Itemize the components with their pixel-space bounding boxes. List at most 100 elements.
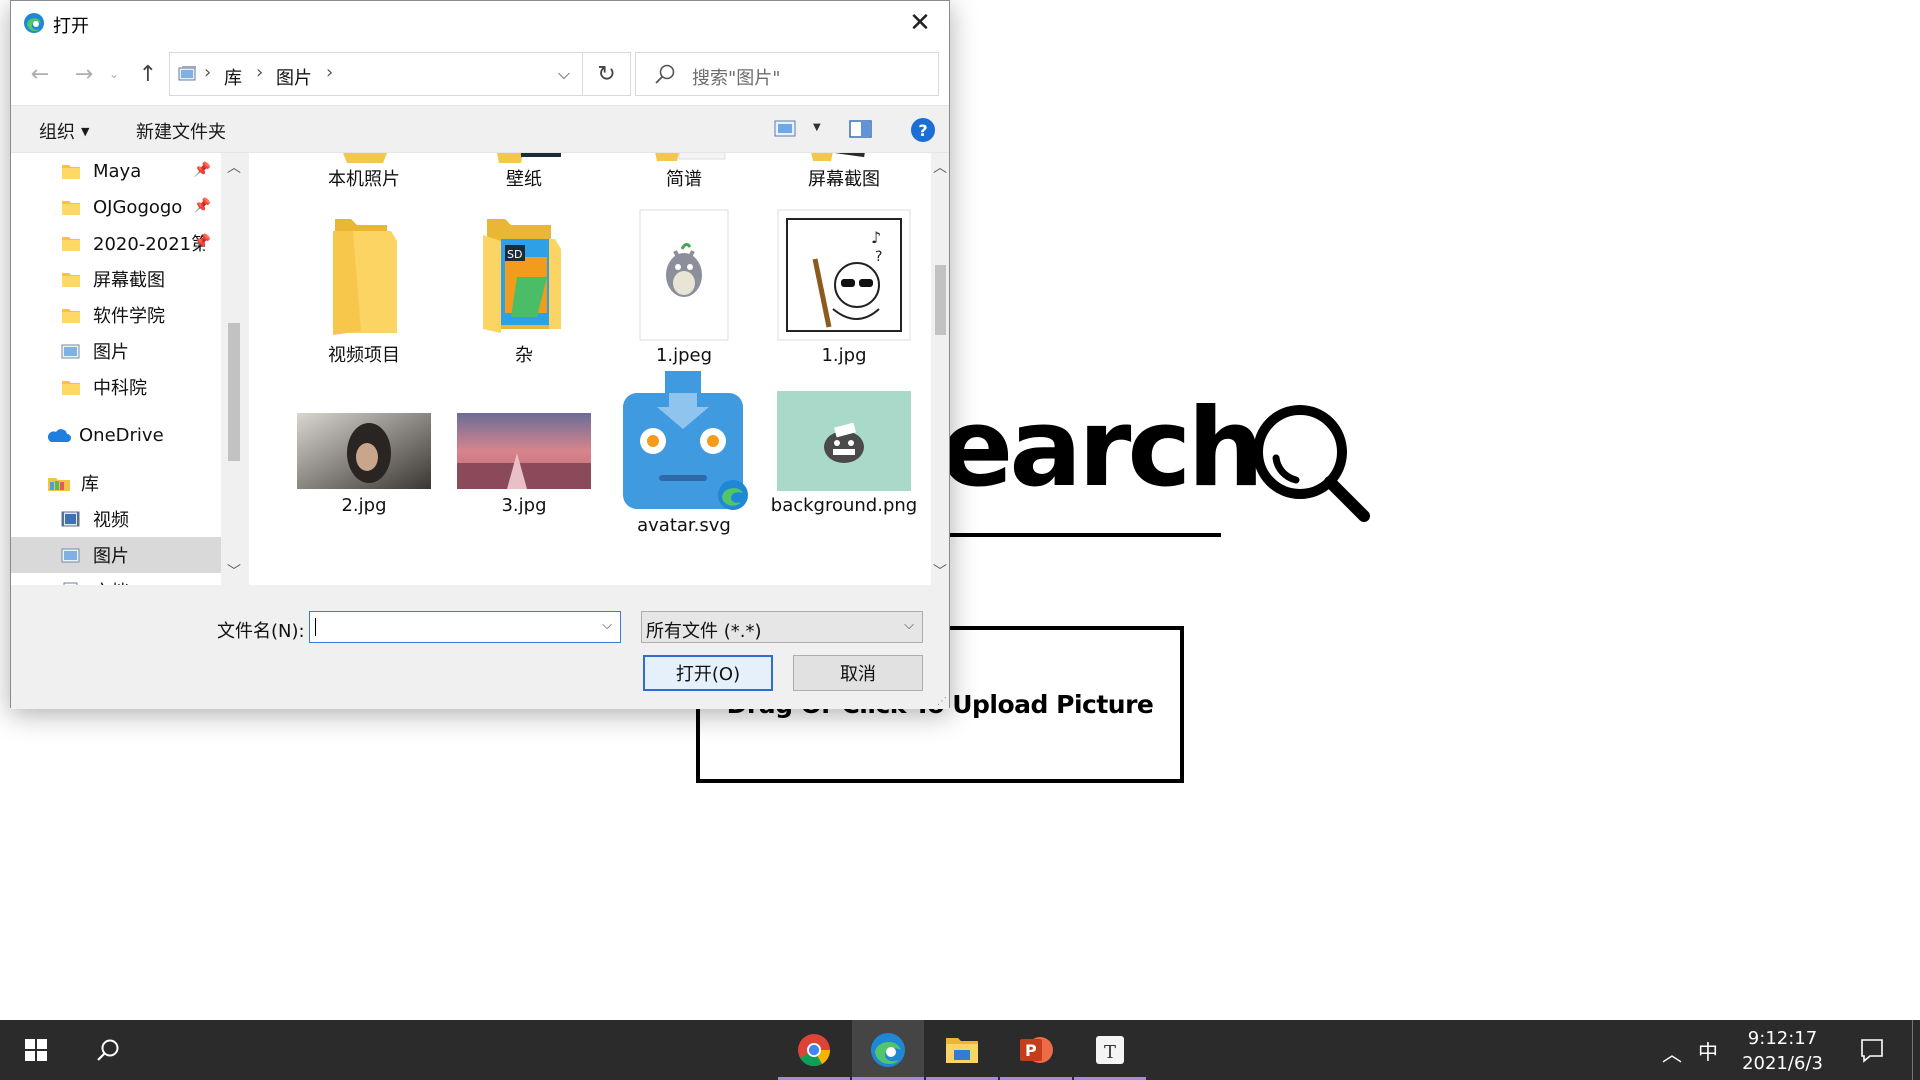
folder-icon <box>811 153 866 161</box>
nav-item-onedrive[interactable]: OneDrive <box>11 417 221 453</box>
file-item[interactable]: 壁纸 <box>449 153 599 191</box>
file-name: 简谱 <box>666 169 702 190</box>
file-item[interactable]: SD 杂 <box>449 209 599 369</box>
pin-icon: 📌 <box>193 234 211 250</box>
cancel-button[interactable]: 取消 <box>793 655 923 691</box>
search-icon[interactable] <box>1248 400 1372 524</box>
nav-item-pictures-library[interactable]: 图片 <box>11 537 221 573</box>
open-button-label: 打开(O) <box>675 664 741 685</box>
taskbar-app-chrome[interactable] <box>778 1020 850 1080</box>
file-type-select[interactable]: 所有文件 (*.*) ⌵ <box>641 611 923 643</box>
notification-center-icon[interactable] <box>1858 1036 1886 1064</box>
file-item[interactable]: 2.jpg <box>289 385 439 545</box>
search-placeholder: 搜索"图片" <box>692 68 781 89</box>
scroll-down-icon[interactable]: ﹀ <box>931 561 949 581</box>
refresh-button[interactable]: ↻ <box>583 52 631 96</box>
taskbar-app-typora[interactable]: T <box>1074 1020 1146 1080</box>
nav-label: 图片 <box>93 342 129 363</box>
chevron-down-icon[interactable]: ⌵ <box>602 618 612 633</box>
close-button[interactable]: ✕ <box>891 1 949 45</box>
search-input[interactable]: 搜索"图片" <box>635 52 939 96</box>
taskbar-app-explorer[interactable] <box>926 1020 998 1080</box>
new-folder-label: 新建文件夹 <box>136 122 226 143</box>
taskbar-app-edge[interactable] <box>852 1020 924 1080</box>
windows-logo-icon <box>25 1039 47 1061</box>
navigation-pane: Maya 📌 OJGogogo 📌 2020-2021第 📌 屏幕截图 软件学院… <box>11 153 247 585</box>
system-clock[interactable]: 9:12:17 2021/6/3 <box>1730 1026 1835 1076</box>
nav-item-videos[interactable]: 视频 <box>11 501 221 537</box>
breadcrumb-pictures[interactable]: 图片 <box>276 64 312 90</box>
scroll-up-icon[interactable]: ︿ <box>931 157 949 177</box>
nav-scrollbar[interactable]: ︿ ﹀ <box>221 153 247 585</box>
nav-item-software-college[interactable]: 软件学院 <box>11 297 221 333</box>
close-icon: ✕ <box>909 8 931 38</box>
file-item[interactable]: 3.jpg <box>449 385 599 545</box>
nav-scroll-thumb[interactable] <box>228 323 240 461</box>
file-name: 视频项目 <box>328 345 400 366</box>
scroll-up-icon[interactable]: ︿ <box>221 157 247 177</box>
file-list-scroll-thumb[interactable] <box>935 265 946 335</box>
back-button[interactable]: ← <box>25 59 55 89</box>
open-button[interactable]: 打开(O) <box>643 655 773 691</box>
resize-grip-icon[interactable]: ⋰ <box>937 696 947 707</box>
nav-item-ojgogogo[interactable]: OJGogogo 📌 <box>11 189 221 225</box>
folder-icon <box>497 153 561 163</box>
taskbar-app-powerpoint[interactable]: P <box>1000 1020 1072 1080</box>
file-name: 1.jpg <box>821 345 867 366</box>
filename-input[interactable]: ⌵ <box>309 611 621 643</box>
nav-item-screenshots[interactable]: 屏幕截图 <box>11 261 221 297</box>
help-button[interactable]: ? <box>911 118 935 142</box>
file-type-value: 所有文件 (*.*) <box>646 621 762 642</box>
up-button[interactable]: ↑ <box>133 59 163 89</box>
svg-text:♪: ♪ <box>871 228 881 247</box>
breadcrumb-library[interactable]: 库 <box>224 64 242 90</box>
library-icon <box>48 478 70 491</box>
forward-button[interactable]: → <box>69 59 99 89</box>
video-library-icon <box>61 511 80 527</box>
pin-icon: 📌 <box>193 198 211 214</box>
nav-label: OJGogogo <box>93 196 183 218</box>
file-item[interactable]: ♪ ? 1.jpg <box>769 209 919 369</box>
new-folder-button[interactable]: 新建文件夹 <box>136 118 226 144</box>
caret-down-icon: ▼ <box>81 125 90 138</box>
change-view-icon[interactable] <box>774 118 798 140</box>
file-item[interactable]: 本机照片 <box>289 153 439 191</box>
cloud-icon <box>47 429 71 442</box>
file-explorer-icon <box>946 1038 978 1063</box>
show-desktop-button[interactable] <box>1912 1020 1913 1080</box>
file-name: 3.jpg <box>501 495 547 516</box>
help-icon: ? <box>918 120 928 140</box>
chevron-down-icon: ⌵ <box>904 618 914 633</box>
nav-item-documents[interactable]: 文档 <box>11 573 221 585</box>
file-list-scrollbar[interactable]: ︿ ﹀ <box>931 153 949 585</box>
nav-item-libraries[interactable]: 库 <box>11 465 221 501</box>
file-item[interactable]: 简谱 <box>609 153 759 191</box>
nav-item-maya[interactable]: Maya 📌 <box>11 153 221 189</box>
preview-pane-icon[interactable] <box>849 118 873 140</box>
image-thumbnail-icon <box>777 391 911 491</box>
tray-overflow-chevron-icon[interactable]: ︿ <box>1662 1038 1682 1067</box>
address-field[interactable]: › 库 › 图片 › ⌵ <box>169 52 583 96</box>
file-item[interactable]: 1.jpeg <box>609 209 759 369</box>
file-item[interactable]: 视频项目 <box>289 209 439 369</box>
chevron-down-icon: ⌄ <box>108 67 120 81</box>
scroll-down-icon[interactable]: ﹀ <box>221 561 247 581</box>
view-options-dropdown[interactable]: ▼ <box>813 122 821 133</box>
nav-item-2020-2021[interactable]: 2020-2021第 📌 <box>11 225 221 261</box>
taskbar-search-button[interactable] <box>72 1020 144 1080</box>
file-item[interactable]: avatar.svg <box>609 371 759 545</box>
file-item[interactable]: background.png <box>769 385 919 565</box>
ime-indicator[interactable]: 中 <box>1698 1036 1718 1065</box>
dialog-titlebar[interactable]: 打开 ✕ <box>11 1 949 45</box>
image-thumbnail-icon <box>457 413 591 489</box>
organize-button[interactable]: 组织 ▼ <box>39 118 89 144</box>
recent-locations-button[interactable]: ⌄ <box>106 59 122 89</box>
nav-item-pictures-quick[interactable]: 图片 <box>11 333 221 369</box>
svg-text:?: ? <box>875 249 882 265</box>
nav-label: 文档 <box>93 578 129 585</box>
start-button[interactable] <box>0 1020 72 1080</box>
file-item[interactable]: 屏幕截图 <box>769 153 919 191</box>
nav-item-cas[interactable]: 中科院 <box>11 369 221 405</box>
address-history-dropdown[interactable]: ⌵ <box>546 53 582 95</box>
clock-time: 9:12:17 <box>1747 1028 1818 1049</box>
